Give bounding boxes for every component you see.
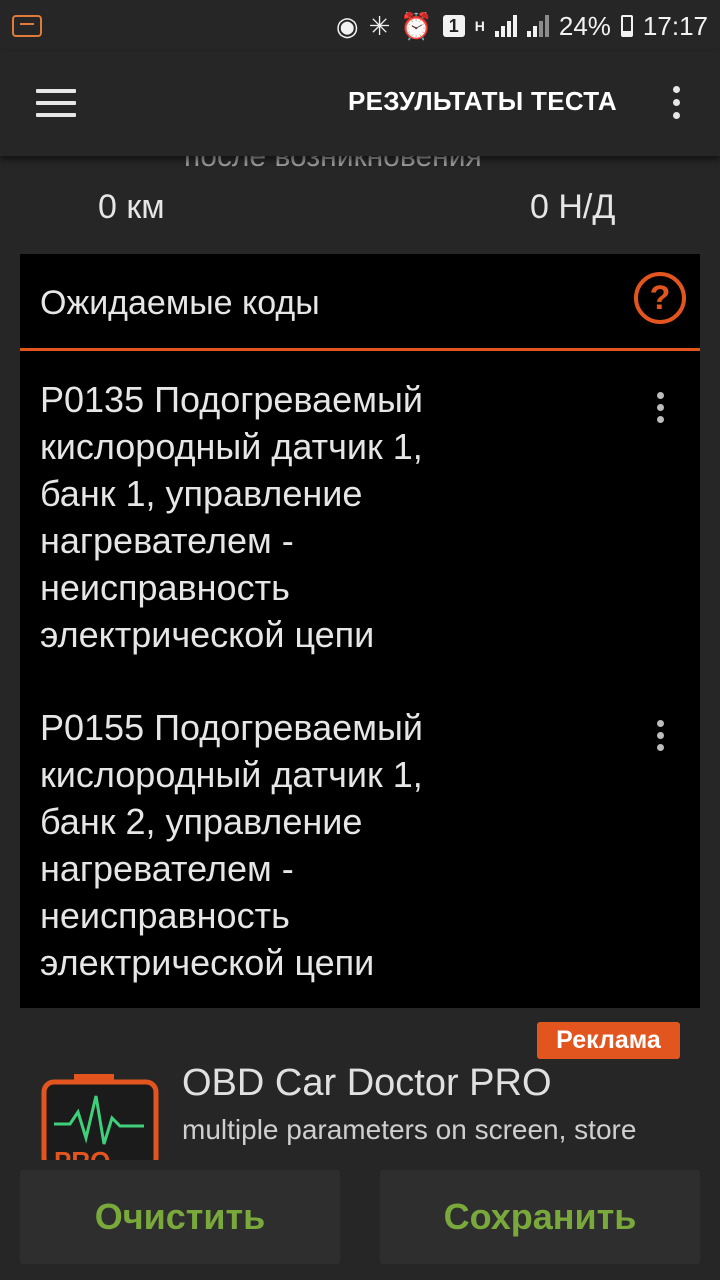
- network-h-icon: H: [474, 18, 485, 34]
- alarm-icon: ⏰: [400, 10, 433, 41]
- panel-header: Ожидаемые коды ?: [20, 254, 700, 351]
- battery-icon: [620, 15, 633, 37]
- distance-value: 0 км: [98, 188, 165, 226]
- car-doctor-notification-icon: [12, 15, 42, 37]
- panel-title: Ожидаемые коды: [40, 284, 320, 322]
- clock: 17:17: [642, 10, 708, 41]
- page-title: РЕЗУЛЬТАТЫ ТЕСТА: [348, 86, 617, 116]
- bottom-action-bar: Очистить Сохранить: [0, 1160, 720, 1280]
- status-value: 0 Н/Д: [530, 188, 616, 226]
- ad-title: OBD Car Doctor PRO: [182, 1062, 552, 1104]
- help-icon[interactable]: ?: [634, 272, 686, 324]
- location-icon: ◉: [335, 10, 359, 41]
- more-vert-icon[interactable]: [668, 86, 684, 122]
- ad-subtitle: multiple parameters on screen, store: [182, 1114, 637, 1145]
- code-description: P0135 Подогреваемый кислородный датчик 1…: [40, 376, 500, 658]
- app-bar: РЕЗУЛЬТАТЫ ТЕСТА: [0, 52, 720, 156]
- app-logo-icon: PRO: [40, 1072, 160, 1160]
- dtc-code: P0135: [40, 379, 145, 420]
- clear-button[interactable]: Очистить: [20, 1170, 340, 1264]
- item-more-icon[interactable]: [654, 392, 666, 428]
- code-item[interactable]: P0135 Подогреваемый кислородный датчик 1…: [40, 376, 680, 658]
- pending-codes-panel: Ожидаемые коды ? P0135 Подогреваемый кис…: [20, 254, 700, 1008]
- code-item[interactable]: P0155 Подогреваемый кислородный датчик 1…: [40, 704, 680, 986]
- dtc-text: Подогреваемый кислородный датчик 1, банк…: [40, 707, 423, 983]
- ad-badge: Реклама: [537, 1022, 680, 1059]
- signal-icon: [494, 15, 517, 37]
- signal-icon-2: [526, 15, 549, 37]
- save-button[interactable]: Сохранить: [380, 1170, 700, 1264]
- svg-text:PRO: PRO: [54, 1146, 110, 1160]
- status-bar: ◉ ✳ ⏰ 1 H 24% 17:17: [0, 0, 720, 52]
- hamburger-icon[interactable]: [36, 89, 76, 119]
- sim-1-icon: 1: [442, 15, 465, 37]
- battery-percent: 24%: [558, 10, 611, 41]
- ad-banner[interactable]: Реклама PRO OBD Car Doctor PRO multiple …: [0, 1010, 720, 1160]
- bluetooth-icon: ✳: [368, 10, 391, 41]
- item-more-icon[interactable]: [654, 720, 666, 756]
- dtc-text: Подогреваемый кислородный датчик 1, банк…: [40, 379, 423, 655]
- dtc-code: P0155: [40, 707, 145, 748]
- code-description: P0155 Подогреваемый кислородный датчик 1…: [40, 704, 500, 986]
